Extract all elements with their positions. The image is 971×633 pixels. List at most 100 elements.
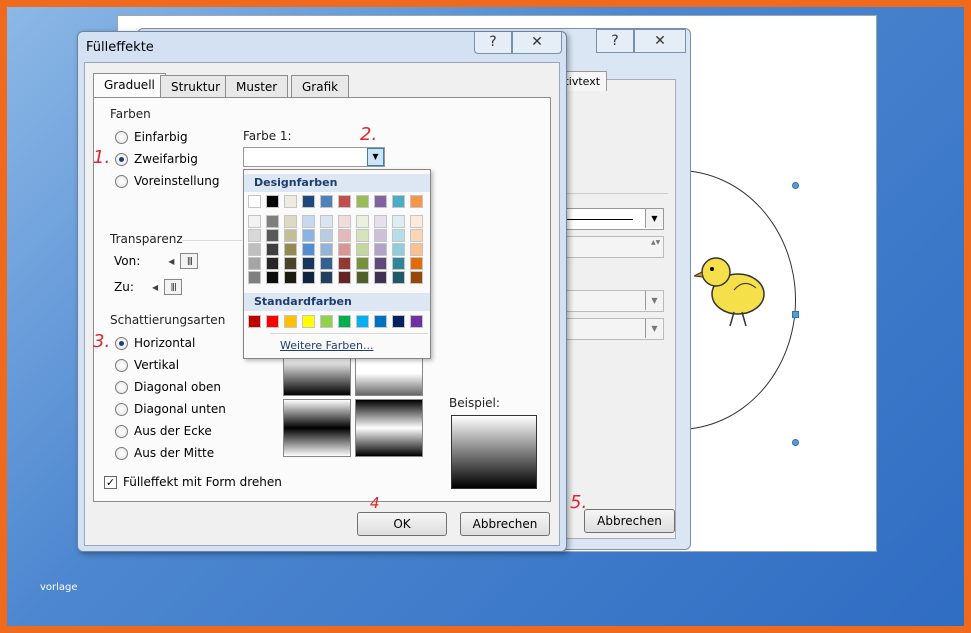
- color-swatch[interactable]: [374, 243, 387, 256]
- color-swatch[interactable]: [338, 215, 351, 228]
- color-swatch[interactable]: [392, 271, 405, 284]
- color-swatch[interactable]: [284, 271, 297, 284]
- tab-muster[interactable]: Muster: [225, 75, 289, 98]
- cancel-button[interactable]: Abbrechen: [460, 512, 550, 536]
- radio-vertikal[interactable]: Vertikal: [115, 358, 179, 372]
- color-swatch[interactable]: [392, 229, 405, 242]
- width-spinner[interactable]: ▲▼: [560, 236, 664, 258]
- color-swatch[interactable]: [248, 271, 261, 284]
- close-button[interactable]: ✕: [634, 29, 686, 53]
- slider-left-arrow-icon[interactable]: ◀: [168, 257, 174, 266]
- radio-aus-der-mitte[interactable]: Aus der Mitte: [115, 446, 214, 460]
- color-swatch[interactable]: [284, 257, 297, 270]
- tab-graduell[interactable]: Graduell: [93, 73, 166, 99]
- slider-thumb[interactable]: |||: [180, 253, 199, 269]
- close-button[interactable]: ✕: [512, 32, 562, 54]
- chevron-down-icon[interactable]: ▼: [645, 319, 663, 338]
- color-swatch[interactable]: [302, 229, 315, 242]
- color-swatch[interactable]: [302, 215, 315, 228]
- dash-type-select[interactable]: ▼: [560, 290, 664, 312]
- color-swatch[interactable]: [320, 243, 333, 256]
- color-swatch[interactable]: [248, 229, 261, 242]
- ok-button[interactable]: OK: [357, 512, 447, 536]
- color-swatch[interactable]: [374, 315, 387, 328]
- radio-aus-der-ecke[interactable]: Aus der Ecke: [115, 424, 212, 438]
- spin-arrows-icon[interactable]: ▲▼: [651, 239, 661, 247]
- chevron-down-icon[interactable]: ▼: [645, 209, 663, 228]
- color-swatch[interactable]: [284, 315, 297, 328]
- color-swatch[interactable]: [266, 271, 279, 284]
- radio-einfarbig[interactable]: Einfarbig: [115, 130, 188, 144]
- color-swatch[interactable]: [248, 257, 261, 270]
- color-swatch[interactable]: [356, 271, 369, 284]
- variant-swatch[interactable]: [355, 358, 423, 396]
- resize-handle[interactable]: [792, 182, 799, 189]
- color-swatch[interactable]: [374, 195, 387, 208]
- radio-diagonal-oben[interactable]: Diagonal oben: [115, 380, 221, 394]
- radio-diagonal-unten[interactable]: Diagonal unten: [115, 402, 226, 416]
- color-swatch[interactable]: [374, 215, 387, 228]
- help-button[interactable]: ?: [596, 29, 634, 53]
- color-swatch[interactable]: [266, 215, 279, 228]
- color-swatch[interactable]: [410, 243, 423, 256]
- color-swatch[interactable]: [410, 315, 423, 328]
- color-swatch[interactable]: [248, 195, 261, 208]
- more-colors-link[interactable]: Weitere Farben...: [280, 339, 373, 352]
- chevron-down-icon[interactable]: ▼: [367, 148, 384, 166]
- line-style-select[interactable]: ▼: [560, 208, 664, 230]
- radio-horizontal[interactable]: Horizontal: [115, 336, 195, 350]
- color-swatch[interactable]: [302, 195, 315, 208]
- color-swatch[interactable]: [356, 215, 369, 228]
- color-swatch[interactable]: [356, 195, 369, 208]
- color-swatch[interactable]: [338, 315, 351, 328]
- color-swatch[interactable]: [392, 257, 405, 270]
- tab-struktur[interactable]: Struktur: [160, 75, 232, 98]
- color-swatch[interactable]: [392, 195, 405, 208]
- color1-select[interactable]: ▼: [243, 147, 385, 167]
- color-swatch[interactable]: [374, 257, 387, 270]
- chevron-down-icon[interactable]: ▼: [645, 291, 663, 310]
- color-swatch[interactable]: [338, 243, 351, 256]
- radio-voreinstellung[interactable]: Voreinstellung: [115, 174, 219, 188]
- color-swatch[interactable]: [410, 271, 423, 284]
- color-swatch[interactable]: [374, 271, 387, 284]
- color-swatch[interactable]: [266, 229, 279, 242]
- color-swatch[interactable]: [248, 215, 261, 228]
- rotate-with-shape-checkbox[interactable]: ✓ Fülleffekt mit Form drehen: [104, 475, 282, 489]
- color-swatch[interactable]: [320, 271, 333, 284]
- color-swatch[interactable]: [266, 195, 279, 208]
- variant-swatch[interactable]: [355, 399, 423, 457]
- color-swatch[interactable]: [320, 257, 333, 270]
- color-swatch[interactable]: [338, 257, 351, 270]
- color-swatch[interactable]: [248, 243, 261, 256]
- help-button[interactable]: ?: [474, 32, 512, 54]
- color-swatch[interactable]: [374, 229, 387, 242]
- color-swatch[interactable]: [248, 315, 261, 328]
- resize-handle[interactable]: [792, 311, 799, 318]
- color-swatch[interactable]: [302, 243, 315, 256]
- color-swatch[interactable]: [302, 315, 315, 328]
- color-swatch[interactable]: [392, 215, 405, 228]
- color-swatch[interactable]: [338, 271, 351, 284]
- color-swatch[interactable]: [284, 243, 297, 256]
- back-cancel-button[interactable]: Abbrechen: [584, 509, 675, 533]
- color-swatch[interactable]: [338, 229, 351, 242]
- radio-zweifarbig[interactable]: Zweifarbig: [115, 152, 198, 166]
- variant-swatch[interactable]: [283, 399, 351, 457]
- color-swatch[interactable]: [284, 195, 297, 208]
- color-swatch[interactable]: [410, 195, 423, 208]
- color-swatch[interactable]: [266, 243, 279, 256]
- color-swatch[interactable]: [266, 257, 279, 270]
- color-swatch[interactable]: [320, 229, 333, 242]
- color-swatch[interactable]: [284, 215, 297, 228]
- color-swatch[interactable]: [338, 195, 351, 208]
- color-swatch[interactable]: [410, 215, 423, 228]
- color-swatch[interactable]: [356, 243, 369, 256]
- color-swatch[interactable]: [320, 315, 333, 328]
- color-swatch[interactable]: [302, 257, 315, 270]
- color-swatch[interactable]: [356, 315, 369, 328]
- color-swatch[interactable]: [320, 215, 333, 228]
- tab-grafik[interactable]: Grafik: [291, 75, 350, 98]
- color-swatch[interactable]: [302, 271, 315, 284]
- slider-thumb[interactable]: |||: [164, 279, 183, 295]
